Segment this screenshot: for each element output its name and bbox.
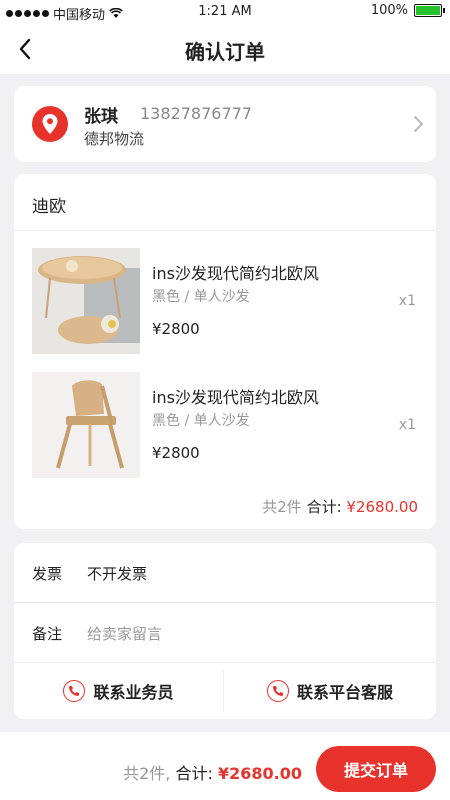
- contact-platform-support-button[interactable]: 联系平台客服: [224, 663, 436, 719]
- contact-platform-label: 联系平台客服: [296, 683, 393, 702]
- invoice-label: 发票: [32, 565, 63, 583]
- product-image: [32, 372, 140, 478]
- logistics-company: 德邦物流: [84, 130, 145, 148]
- list-item[interactable]: ins沙发现代简约北欧风 黑色 / 单人沙发 ¥2800 x1: [14, 248, 436, 358]
- phone-icon: [63, 680, 86, 702]
- shop-total-label: 合计:: [306, 498, 342, 516]
- shop-name: 迪欧: [32, 197, 66, 217]
- chevron-right-icon: [414, 116, 423, 132]
- product-title: ins沙发现代简约北欧风: [152, 388, 319, 407]
- battery-fill: [416, 6, 440, 15]
- submit-order-button[interactable]: 提交订单: [316, 746, 436, 792]
- order-options-card: 发票 不开发票 备注 给卖家留言 联系业务员 联系平台客服: [14, 543, 436, 719]
- divider: [14, 230, 436, 231]
- invoice-row[interactable]: 发票 不开发票: [14, 543, 436, 603]
- phone-icon: [266, 680, 289, 702]
- page-title: 确认订单: [185, 40, 265, 64]
- order-total-amount: ¥2680.00: [217, 764, 302, 783]
- list-item[interactable]: ins沙发现代简约北欧风 黑色 / 单人沙发 ¥2800 x1: [14, 372, 436, 482]
- nav-bar: 确认订单: [0, 24, 450, 74]
- product-quantity: x1: [398, 417, 416, 433]
- product-price: ¥2800: [152, 320, 200, 338]
- product-spec: 黑色 / 单人沙发: [152, 413, 250, 429]
- product-spec: 黑色 / 单人沙发: [152, 289, 250, 305]
- battery-icon: [414, 4, 445, 17]
- status-right: 100%: [370, 3, 445, 18]
- product-quantity: x1: [398, 293, 416, 309]
- shop-total-amount: ¥2680.00: [346, 498, 418, 516]
- recipient-name: 张琪: [84, 107, 118, 127]
- product-image: [32, 248, 140, 354]
- contact-salesperson-button[interactable]: 联系业务员: [14, 663, 223, 719]
- address-card[interactable]: 张琪 13827876777 德邦物流: [14, 86, 436, 162]
- battery-percent: 100%: [370, 3, 408, 18]
- order-total-label: 合计:: [175, 764, 213, 783]
- order-total: 共2件, 合计: ¥2680.00: [123, 760, 302, 784]
- bottom-bar: 共2件, 合计: ¥2680.00 提交订单: [0, 732, 450, 800]
- remark-input[interactable]: 给卖家留言: [87, 623, 162, 644]
- status-bar: 中国移动 1:21 AM 100%: [0, 0, 450, 24]
- product-title: ins沙发现代简约北欧风: [152, 264, 319, 283]
- shop-total: 共2件 合计: ¥2680.00: [262, 496, 418, 517]
- invoice-value: 不开发票: [87, 565, 148, 583]
- location-pin-icon: [32, 106, 68, 142]
- recipient-phone: 13827876777: [140, 104, 252, 123]
- order-item-count: 共2件,: [123, 764, 171, 783]
- product-price: ¥2800: [152, 444, 200, 462]
- remark-label: 备注: [32, 625, 63, 643]
- shop-item-count: 共2件: [262, 498, 302, 516]
- contact-salesperson-label: 联系业务员: [93, 683, 174, 702]
- remark-row[interactable]: 备注 给卖家留言: [14, 603, 436, 663]
- shop-card: 迪欧 ins沙发现代简约北欧风 黑色 / 单人沙发 ¥2800 x1 ins沙发…: [14, 174, 436, 529]
